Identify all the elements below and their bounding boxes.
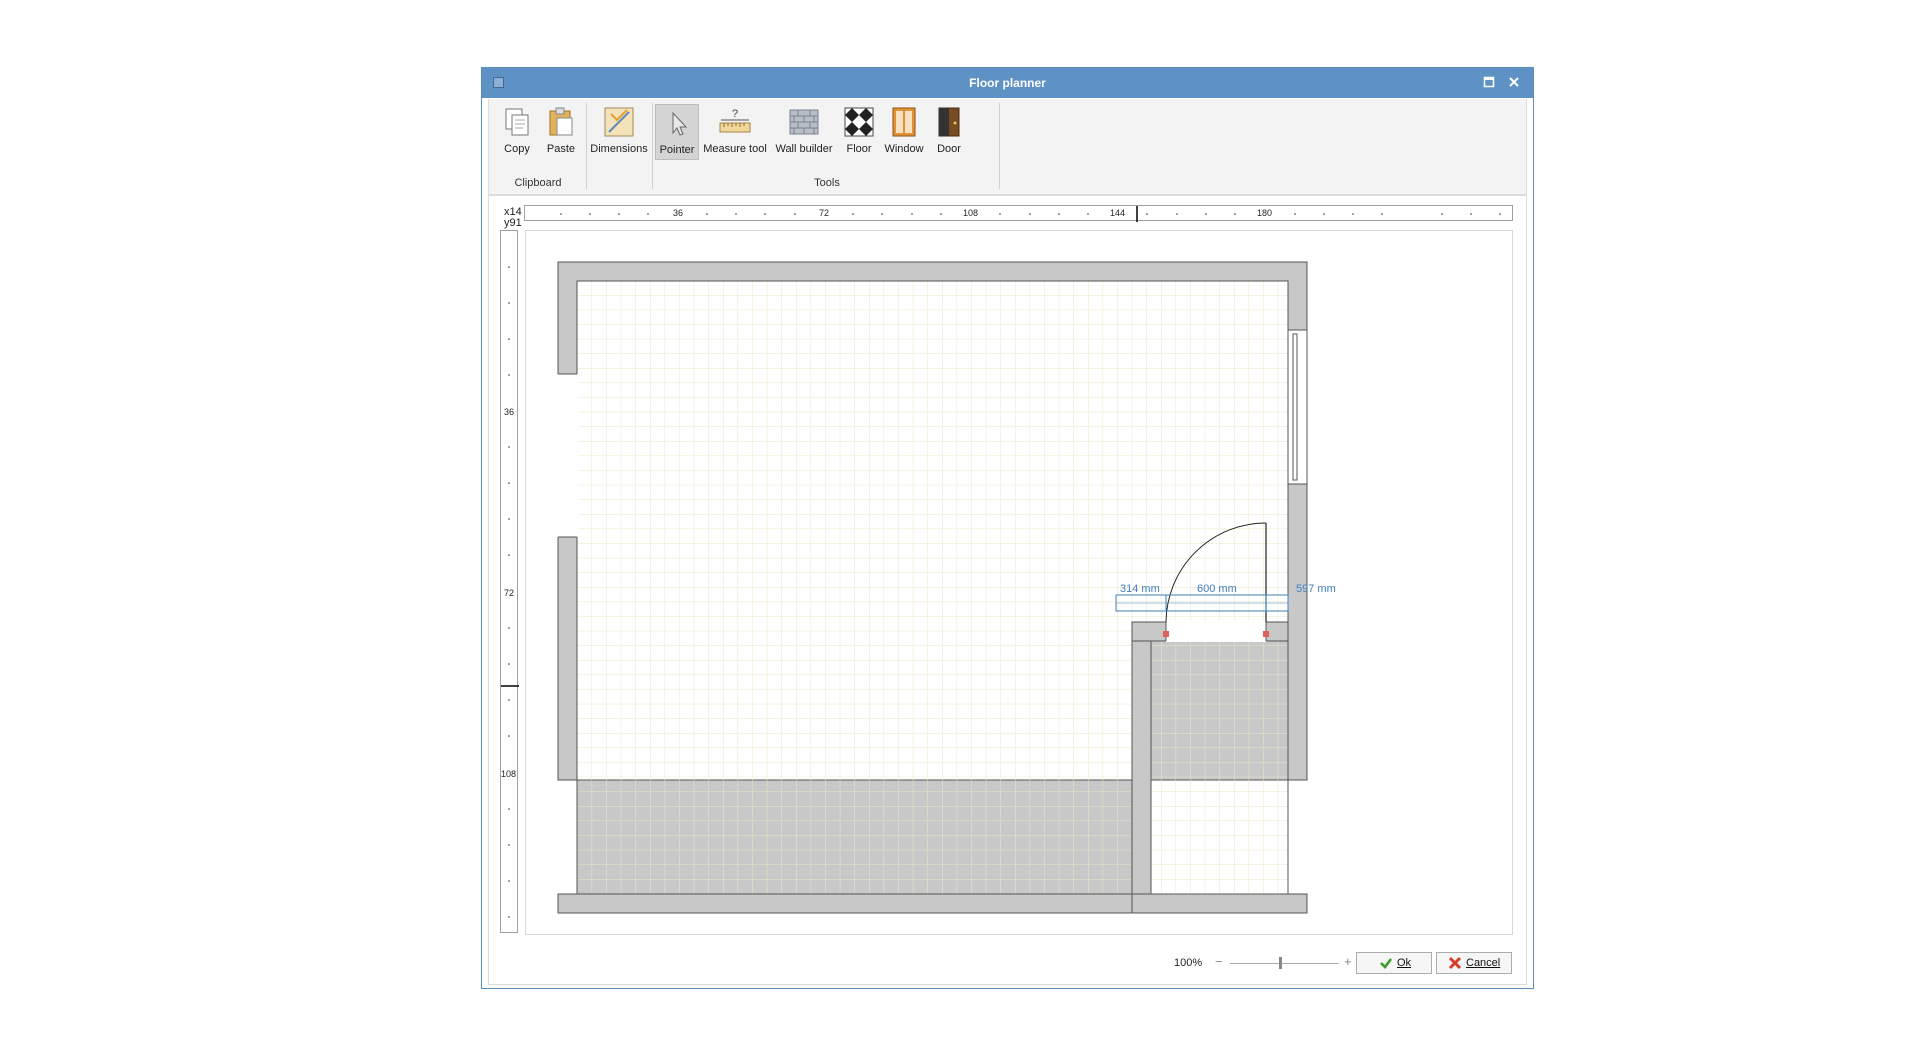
dimension-right: 597 mm — [1296, 583, 1336, 595]
close-icon — [1509, 77, 1519, 87]
vertical-ruler: 36 72 108 — [500, 230, 519, 933]
door-handle[interactable] — [1163, 631, 1169, 637]
pointer-icon — [672, 111, 688, 136]
cancel-icon — [1448, 956, 1462, 970]
window-title: Floor planner — [969, 76, 1046, 90]
room-floor — [577, 622, 1132, 894]
copy-label: Copy — [504, 143, 530, 155]
ruler-label: 144 — [1110, 208, 1126, 218]
title-bar: Floor planner — [482, 68, 1533, 98]
window-label: Window — [884, 143, 924, 155]
separator — [999, 103, 1000, 189]
y-coordinate: y91 — [504, 217, 522, 229]
ruler-label: 108 — [963, 208, 979, 218]
zoom-level: 100% — [1174, 957, 1203, 969]
door-icon — [938, 107, 960, 137]
measure-tool-label: Measure tool — [703, 143, 767, 155]
paste-label: Paste — [546, 143, 576, 155]
paste-icon — [549, 107, 573, 136]
zoom-out-button[interactable]: − — [1215, 954, 1223, 969]
ok-button[interactable]: Ok — [1356, 952, 1432, 974]
wall-builder-label: Wall builder — [775, 143, 833, 155]
zoom-slider-thumb[interactable] — [1279, 957, 1282, 969]
separator — [652, 103, 653, 189]
pointer-button[interactable]: Pointer — [655, 104, 699, 160]
dimension-door: 600 mm — [1197, 583, 1237, 595]
maximize-icon — [1483, 76, 1495, 88]
tools-group-label: Tools — [814, 177, 840, 189]
ruler-label: 36 — [673, 208, 684, 218]
floor-planner-window: Floor planner Copy Paste Dimensions Poin… — [481, 67, 1534, 989]
wall-builder-icon — [789, 109, 819, 135]
copy-button[interactable]: Copy — [495, 104, 539, 160]
ruler-label: 36 — [504, 407, 515, 417]
wall-builder-button[interactable]: Wall builder — [771, 104, 837, 160]
copy-icon — [505, 108, 529, 136]
zoom-in-button[interactable]: + — [1344, 954, 1352, 969]
measure-tool-button[interactable]: ? Measure tool — [701, 104, 769, 160]
window-icon — [892, 107, 916, 137]
measure-tool-icon: ? — [719, 108, 751, 133]
ruler-label: 72 — [504, 588, 515, 598]
floor-button[interactable]: Floor — [839, 104, 879, 160]
ok-label: Ok — [1397, 957, 1412, 969]
ruler-dots — [501, 266, 519, 918]
right-window[interactable] — [1287, 329, 1308, 485]
ruler-label: 108 — [501, 769, 517, 779]
left-wall-opening[interactable] — [557, 374, 578, 537]
floor-plan-canvas[interactable]: 314 mm 600 mm 597 mm — [525, 230, 1513, 935]
door-button[interactable]: Door — [929, 104, 969, 160]
room-floor — [577, 281, 1288, 622]
horizontal-ruler: 36 72 108 144 180 — [524, 205, 1513, 222]
dimensions-label: Dimensions — [590, 143, 648, 155]
floor-label: Floor — [846, 143, 872, 155]
cancel-button[interactable]: Cancel — [1436, 952, 1512, 974]
maximize-button[interactable] — [1480, 74, 1498, 92]
paste-button[interactable]: Paste — [541, 104, 581, 160]
dimensions-icon — [604, 107, 634, 137]
door-handle[interactable] — [1263, 631, 1269, 637]
ribbon-toolbar: Copy Paste Dimensions Pointer ? Measure … — [488, 99, 1527, 195]
small-room-floor — [1150, 640, 1289, 895]
window-button[interactable]: Window — [881, 104, 927, 160]
separator — [586, 103, 587, 189]
dimensions-button[interactable]: Dimensions — [590, 104, 648, 160]
zoom-slider[interactable] — [1230, 963, 1339, 964]
close-button[interactable] — [1505, 74, 1523, 92]
ruler-label: 72 — [819, 208, 830, 218]
door-opening — [1166, 621, 1266, 642]
pointer-label: Pointer — [659, 144, 695, 156]
floor-plan-drawing — [557, 261, 1308, 914]
cancel-label: Cancel — [1466, 957, 1501, 969]
dimension-left: 314 mm — [1120, 583, 1160, 595]
interior-wall[interactable] — [1131, 640, 1152, 895]
check-icon — [1380, 958, 1393, 969]
ruler-label: 180 — [1257, 208, 1273, 218]
floor-icon — [844, 107, 874, 137]
svg-text:?: ? — [732, 108, 738, 120]
clipboard-group-label: Clipboard — [514, 177, 562, 189]
door-label: Door — [937, 143, 961, 155]
